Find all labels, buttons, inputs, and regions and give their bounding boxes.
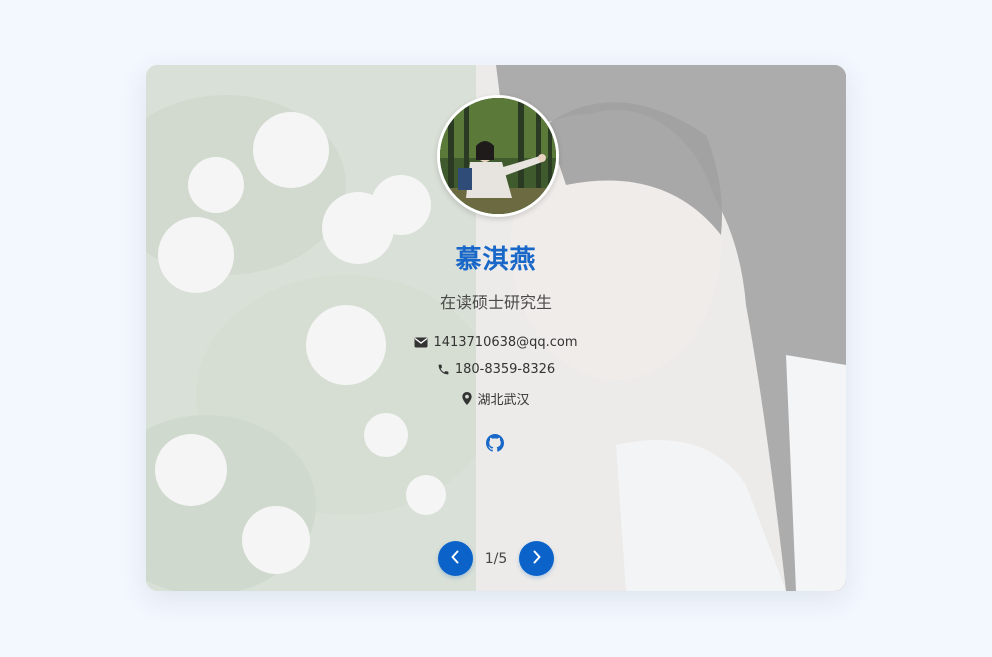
location-text: 湖北武汉	[477, 393, 530, 408]
profile-card: 慕淇燕 在读硕士研究生 1413710638@qq.com 180-8359-8…	[146, 65, 846, 591]
profile-role: 在读硕士研究生	[439, 293, 552, 312]
map-pin-icon	[462, 392, 473, 405]
profile-content: 慕淇燕 在读硕士研究生 1413710638@qq.com 180-8359-8…	[146, 65, 846, 591]
phone-icon	[437, 363, 450, 376]
pagination: 1/5	[146, 541, 846, 576]
github-icon[interactable]	[486, 434, 505, 452]
email-text[interactable]: 1413710638@qq.com	[433, 335, 577, 350]
profile-name: 慕淇燕	[455, 245, 537, 275]
location-row: 湖北武汉	[146, 389, 846, 408]
phone-text[interactable]: 180-8359-8326	[455, 362, 555, 377]
next-button[interactable]	[519, 541, 555, 576]
chevron-left-icon	[450, 549, 460, 568]
page-indicator: 1/5	[484, 550, 508, 567]
prev-button[interactable]	[437, 541, 473, 576]
phone-row: 180-8359-8326	[146, 362, 846, 377]
envelope-icon	[414, 337, 428, 348]
email-row: 1413710638@qq.com	[146, 335, 846, 350]
avatar	[437, 95, 559, 217]
chevron-right-icon	[532, 549, 542, 568]
